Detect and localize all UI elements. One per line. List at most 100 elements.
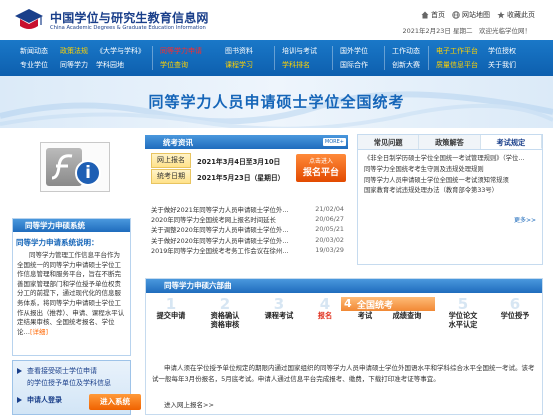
site-header: 中国学位与研究生教育信息网 China Academic Degrees & G…	[0, 0, 553, 40]
news-title[interactable]: 关于做好2021年同等学力人员申请硕士学位外…	[151, 205, 306, 214]
news-date: 20/06/27	[315, 215, 344, 224]
nav-column: 工作动态 创新大赛	[392, 40, 420, 76]
apply-system-title[interactable]: 同等学力申请系统说明：	[13, 232, 130, 248]
nav-link[interactable]: 新闻动态	[20, 46, 48, 56]
nav-link[interactable]: 工作动态	[392, 46, 420, 56]
tab-list-item[interactable]: 同等学力人员申请硕士学位全国统一考试须知常规须	[364, 176, 538, 187]
process-description: 申请人须在学位授予单位规定的期限内通过国家组织的同等学力人员申请硕士学位外国语水…	[152, 364, 535, 383]
nav-link[interactable]: 图书资料	[225, 46, 253, 56]
nav-link[interactable]: 学科排名	[282, 60, 317, 70]
nav-link[interactable]: 同等学力申请	[160, 46, 202, 56]
step-number: 3	[273, 295, 285, 313]
view-units-link-line1[interactable]: 查看接受硕士学位申请	[27, 366, 97, 376]
register-platform-sub: 点击进入	[308, 158, 333, 165]
exam-info-more-link[interactable]: MORE+	[322, 138, 346, 146]
nav-divider	[428, 46, 429, 70]
sitemap-link[interactable]: 网站地图	[452, 10, 490, 20]
step-label: 资格确认	[210, 311, 240, 320]
bookmark-link-label: 收藏此页	[507, 11, 535, 19]
news-item[interactable]: 2020年同等学力全国统考网上报名时间延长 20/06/27	[151, 215, 348, 225]
apply-system-text: 同等学力管理工作信息平台作为全国统一的同等学力申请硕士学位工作信息管理和服务平台…	[17, 251, 125, 336]
main-nav: 新闻动态 专业学位 政策法规 同等学力 《大学与学科》 学科园地 同等学力申请 学位查询 图书资…	[0, 40, 553, 76]
process-step[interactable]: 4 报名	[304, 295, 346, 321]
nav-link[interactable]: 课程学习	[225, 60, 253, 70]
star-icon	[497, 11, 505, 19]
nav-link[interactable]: 学位查询	[160, 60, 202, 70]
top-links: 首页 网站地图 收藏此页	[421, 10, 535, 20]
bookmark-link[interactable]: 收藏此页	[497, 10, 535, 20]
step-label: 成绩查询	[392, 311, 422, 320]
exam-date-label: 统考日期	[151, 169, 191, 184]
view-units-link-line2[interactable]: 的学位授予单位及学科信息	[27, 378, 111, 388]
nav-link[interactable]: 《大学与学科》	[96, 46, 145, 56]
tab-list-item[interactable]: 《非全日制学历硕士学位全国统一考试管理规则》（学位…	[364, 154, 538, 165]
nav-link[interactable]: 国外学位	[340, 46, 368, 56]
news-item[interactable]: 2019年同等学力全国统考考务工作会议在徐州… 19/03/29	[151, 246, 348, 256]
news-date: 21/02/04	[315, 205, 344, 213]
step-number: 5	[457, 295, 469, 313]
nav-link[interactable]: 培训与考试	[282, 46, 317, 56]
step-number: 4	[319, 295, 331, 313]
step-label: 课程考试	[264, 311, 294, 320]
nav-link[interactable]: 学位授权	[488, 46, 516, 56]
home-icon	[421, 11, 429, 19]
info-icon: i	[75, 160, 101, 186]
nav-link[interactable]: 专业学位	[20, 60, 48, 70]
process-step[interactable]: 5 学位论文 水平认定	[442, 295, 484, 330]
apply-system-panel: 同等学力申硕系统 同等学力申请系统说明： 同等学力管理工作信息平台作为全国统一的…	[12, 218, 131, 356]
news-item[interactable]: 关于调整2020年同等学力人员申请硕士学位外… 20/05/21	[151, 225, 348, 235]
process-step[interactable]: 成绩查询	[386, 311, 428, 320]
tab-list-item[interactable]: 国家教育考试违规处理办法（教育部令第33号）	[364, 186, 538, 197]
online-register-link[interactable]: 进入网上报名>>	[164, 399, 214, 409]
tab-2[interactable]: 考试规定	[480, 135, 542, 149]
nav-divider	[332, 46, 333, 70]
register-period-label: 网上报名	[151, 153, 191, 168]
register-platform-label: 报名平台	[302, 168, 339, 178]
step-sublabel: 资格审核	[210, 320, 240, 329]
nav-column: 电子工作平台 质量信息平台	[436, 40, 478, 76]
process-step[interactable]: 3 课程考试	[258, 295, 300, 321]
tab-1[interactable]: 政策解答	[419, 135, 481, 149]
step-number: 1	[165, 295, 177, 313]
site-name-en: China Academic Degrees & Graduate Educat…	[50, 25, 206, 31]
nav-divider	[274, 46, 275, 70]
tab-more-link[interactable]: 更多>>	[514, 215, 536, 224]
page-banner: 同等学力人员申请硕士学位全国统考	[0, 76, 553, 128]
news-title[interactable]: 关于调整2020年同等学力人员申请硕士学位外…	[151, 225, 306, 234]
site-name[interactable]: 中国学位与研究生教育信息网	[50, 9, 209, 26]
nav-link[interactable]: 政策法规	[60, 46, 88, 56]
process-step[interactable]: 6 学位授予	[494, 297, 536, 321]
nav-divider	[384, 46, 385, 70]
process-step[interactable]: 2 资格确认 资格审核	[204, 297, 246, 330]
exam-date-value: 2021年5月23日（星期日）	[197, 174, 285, 182]
process-step[interactable]: 1 提交申请	[150, 295, 192, 321]
applicant-login-label: 申请人登录	[27, 396, 62, 404]
nav-link[interactable]: 关于我们	[488, 60, 516, 70]
process-steps: 1 提交申请 2 资格确认 资格审核 3 课程考试 4 报名 考试 成绩查询 5 学位论文 水平认定 6 学位…	[146, 297, 544, 333]
news-title[interactable]: 2019年同等学力全国统考考务工作会议在徐州…	[151, 246, 306, 255]
news-item[interactable]: 关于做好2021年同等学力人员申请硕士学位外… 21/02/04	[151, 205, 348, 215]
graduation-cap-logo-icon[interactable]	[14, 7, 44, 33]
tab-0[interactable]: 常见问题	[358, 135, 420, 149]
details-link[interactable]: [详细]	[30, 328, 48, 336]
enter-system-button[interactable]: 进入系统	[89, 394, 141, 410]
step-label: 报名	[317, 311, 333, 320]
step-label: 学位论文	[448, 311, 478, 320]
nav-link[interactable]: 创新大赛	[392, 60, 420, 70]
home-link[interactable]: 首页	[421, 10, 445, 20]
nav-column: 《大学与学科》 学科园地	[96, 40, 145, 76]
process-step[interactable]: 考试	[344, 311, 386, 320]
nav-link[interactable]: 同等学力	[60, 60, 88, 70]
news-title[interactable]: 2020年同等学力全国统考网上报名时间延长	[151, 215, 306, 224]
news-item[interactable]: 关于做好2020年同等学力人员申请硕士学位外… 20/03/02	[151, 236, 348, 246]
news-title[interactable]: 关于做好2020年同等学力人员申请硕士学位外…	[151, 236, 306, 245]
tab-list-item[interactable]: 同等学力全国统考考生守则及违规处理规则	[364, 165, 538, 176]
nav-link[interactable]: 电子工作平台	[436, 46, 478, 56]
nav-link[interactable]: 学科园地	[96, 60, 145, 70]
nav-link[interactable]: 国际合作	[340, 60, 368, 70]
flash-placeholder[interactable]: i	[40, 142, 110, 192]
nav-column: 同等学力申请 学位查询	[160, 40, 202, 76]
step-label: 学位授予	[500, 311, 530, 320]
register-platform-button[interactable]: 点击进入 报名平台	[296, 154, 346, 182]
nav-link[interactable]: 质量信息平台	[436, 60, 478, 70]
